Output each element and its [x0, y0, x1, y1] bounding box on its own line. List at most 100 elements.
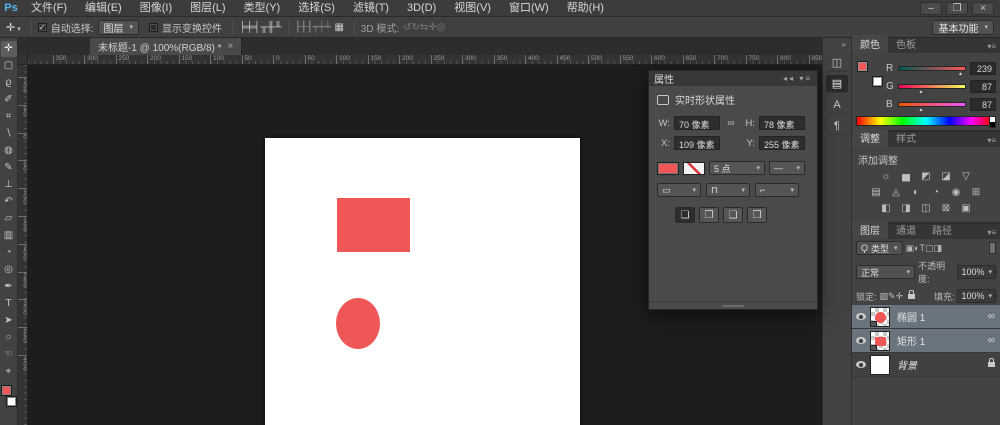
stroke-color-swatch[interactable] [683, 161, 705, 175]
lock-transparent-pixels-button[interactable]: ▨ [880, 291, 889, 301]
channel-value[interactable]: 87 [970, 79, 996, 93]
curves-icon[interactable]: ◩ [918, 170, 934, 184]
close-button[interactable]: × [972, 1, 994, 15]
tab-adjustments[interactable]: 调整 [852, 129, 888, 147]
smudge-tool[interactable]: ◔ [1, 245, 17, 261]
type-tool[interactable]: T [1, 296, 17, 312]
layer-name[interactable]: 矩形 1 [897, 333, 988, 348]
gradient-map-icon[interactable]: ⊠ [938, 202, 954, 216]
panel-collapse-menu-icons[interactable]: ◂◂ ▾≡ [783, 74, 812, 83]
3d-roll-button[interactable]: ↻ [412, 22, 420, 33]
stroke-width-dropdown[interactable]: 5 点 ▾ [709, 161, 765, 175]
opacity-value[interactable]: 100% ▾ [957, 265, 996, 279]
filter-shape-layers-icon[interactable]: ▢ [925, 243, 934, 253]
brush-tool[interactable]: ✎ [1, 160, 17, 176]
layer-filter-toggle[interactable] [989, 242, 996, 254]
slider-thumb-icon[interactable]: ▲ [918, 107, 923, 112]
lasso-tool[interactable]: ϱ [1, 75, 17, 91]
photo-filter-icon[interactable]: ◔ [928, 186, 944, 200]
dodge-tool[interactable]: ◎ [1, 262, 17, 278]
3d-rotate-button[interactable]: ↺ [403, 22, 411, 33]
menu-item-7[interactable]: 3D(D) [398, 2, 445, 14]
slider-thumb-icon[interactable]: ▲ [958, 71, 963, 76]
hand-tool[interactable]: ☜ [1, 347, 17, 363]
invert-icon[interactable]: ◧ [878, 202, 894, 216]
foreground-color-swatch[interactable] [0, 385, 12, 396]
exclude-overlapping-button[interactable]: ❒ [747, 207, 767, 223]
panel-menu-icon[interactable]: ▾≡ [983, 136, 1000, 147]
stroke-alignment-dropdown[interactable]: ▭ ▾ [657, 183, 701, 197]
layer-row[interactable]: 背景 [852, 353, 1000, 377]
eraser-tool[interactable]: ▱ [1, 211, 17, 227]
ruler-origin-corner[interactable] [18, 55, 28, 65]
color-balance-icon[interactable]: ◬ [888, 186, 904, 200]
menu-item-10[interactable]: 帮助(H) [558, 2, 613, 14]
intersect-shapes-button[interactable]: ❑ [723, 207, 743, 223]
layer-name[interactable]: 椭圆 1 [897, 309, 988, 324]
menu-item-6[interactable]: 滤镜(T) [344, 2, 398, 14]
eyedropper-tool[interactable]: ∖ [1, 126, 17, 142]
menu-item-8[interactable]: 视图(V) [445, 2, 500, 14]
menu-item-2[interactable]: 图像(I) [131, 2, 181, 14]
layer-row[interactable]: 矩形 1 ∞ [852, 329, 1000, 353]
layer-name[interactable]: 背景 [897, 357, 988, 372]
properties-panel-icon[interactable]: ▤ [826, 75, 848, 93]
channel-value[interactable]: 239 [970, 61, 996, 75]
gradient-tool[interactable]: ▥ [1, 228, 17, 244]
tab-layers[interactable]: 图层 [852, 221, 888, 239]
filter-pixel-layers-icon[interactable]: ▣ [906, 243, 915, 253]
menu-item-1[interactable]: 编辑(E) [76, 2, 131, 14]
channel-mixer-icon[interactable]: ◉ [948, 186, 964, 200]
stroke-corners-dropdown[interactable]: ⌐ ▾ [755, 183, 799, 197]
panel-resize-edge[interactable] [649, 301, 817, 309]
menu-item-4[interactable]: 类型(Y) [235, 2, 290, 14]
link-dimensions-icon[interactable]: ∞ [724, 118, 738, 129]
crop-tool[interactable]: ⌗ [1, 109, 17, 125]
horizontal-ruler[interactable]: 350 300 250 200 150 100 50 0 50 100 150 200 250 300 35… [28, 55, 822, 65]
selective-color-icon[interactable]: ▣ [958, 202, 974, 216]
foreground-color-swatch[interactable] [857, 61, 868, 72]
visibility-eye-icon[interactable] [856, 313, 866, 320]
panel-menu-icon[interactable]: ▾≡ [983, 228, 1000, 239]
quick-selection-tool[interactable]: ✐ [1, 92, 17, 108]
hue-saturation-icon[interactable]: ▤ [868, 186, 884, 200]
tab-color[interactable]: 颜色 [852, 35, 888, 53]
show-transform-checkbox[interactable] [149, 22, 159, 32]
align-v-center-button[interactable]: ╫ [267, 22, 274, 33]
auto-select-checkbox[interactable]: ✓ [37, 22, 47, 32]
3d-slide-button[interactable]: ✛ [428, 22, 436, 33]
layer-thumbnail[interactable] [870, 306, 890, 327]
tab-styles[interactable]: 样式 [888, 129, 924, 147]
width-field[interactable]: 70 像素 [674, 116, 720, 130]
minimize-button[interactable]: – [920, 1, 942, 15]
tab-channels[interactable]: 通道 [888, 221, 924, 239]
workspace-switcher[interactable]: 基本功能 ▾ [932, 19, 994, 35]
subtract-front-shape-button[interactable]: ❐ [699, 207, 719, 223]
background-color-swatch[interactable] [872, 76, 883, 87]
exposure-icon[interactable]: ◪ [938, 170, 954, 184]
blend-mode-dropdown[interactable]: 正常 ▾ [856, 265, 916, 279]
current-tool-icon[interactable]: ✛ ▾ [0, 21, 25, 34]
visibility-eye-icon[interactable] [856, 337, 866, 344]
x-field[interactable]: 109 像素 [674, 136, 720, 150]
lock-all-button[interactable] [906, 290, 917, 301]
stroke-style-dropdown[interactable]: — ▾ [769, 161, 805, 175]
color-spectrum-ramp[interactable] [856, 116, 996, 128]
menu-item-3[interactable]: 图层(L) [181, 2, 234, 14]
properties-panel-header[interactable]: 属性 ◂◂ ▾≡ [649, 71, 817, 86]
pen-tool[interactable]: ✒ [1, 279, 17, 295]
filter-smart-objects-icon[interactable]: ◨ [934, 243, 943, 253]
tab-paths[interactable]: 路径 [924, 221, 960, 239]
expand-dock-icon[interactable]: » [823, 38, 851, 51]
height-field[interactable]: 78 像素 [759, 116, 805, 130]
fill-value[interactable]: 100% ▾ [957, 289, 996, 303]
threshold-icon[interactable]: ◫ [918, 202, 934, 216]
lock-image-pixels-button[interactable]: ✎ [888, 291, 896, 301]
channel-slider[interactable]: ▲ [898, 83, 966, 94]
character-panel-icon[interactable]: A [826, 96, 848, 114]
vertical-ruler[interactable]: 100 50 0 50 100 150 200 250 300 350 400 [18, 65, 28, 425]
visibility-eye-icon[interactable] [856, 361, 866, 368]
healing-brush-tool[interactable]: ◍ [1, 143, 17, 159]
fill-color-swatch[interactable] [657, 161, 679, 175]
channel-slider[interactable]: ▲ [898, 65, 966, 76]
